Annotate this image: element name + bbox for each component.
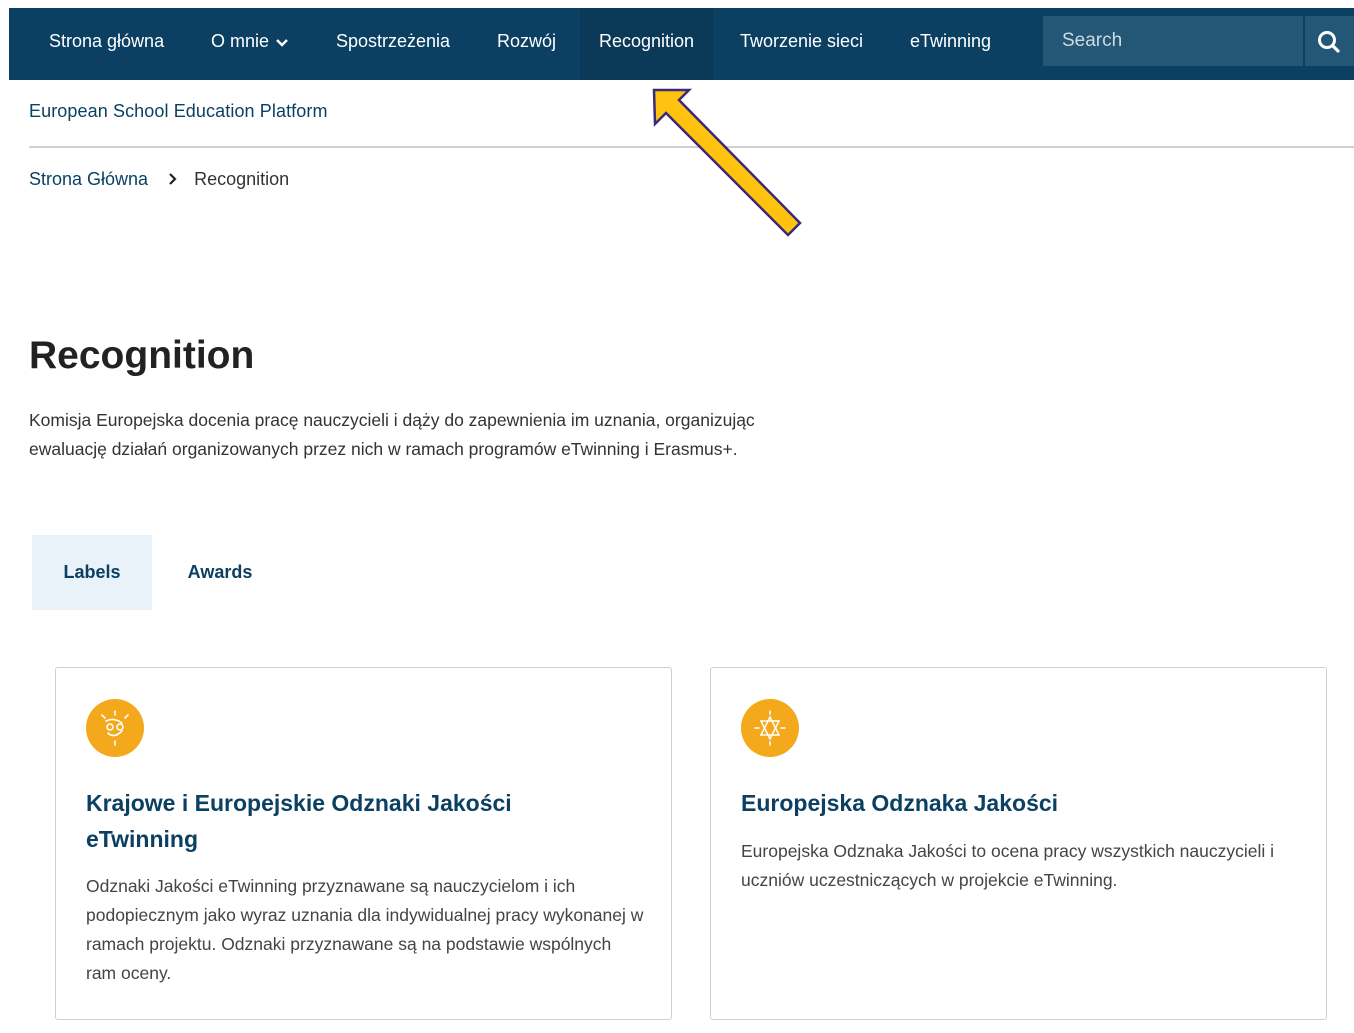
nav-item-about[interactable]: O mnie — [211, 8, 289, 80]
chevron-down-icon — [275, 9, 289, 75]
nav-item-development[interactable]: Rozwój — [497, 8, 556, 80]
card-description: Odznaki Jakości eTwinning przyznawane są… — [86, 876, 644, 983]
card-european-quality-label[interactable]: Europejska Odznaka Jakości Europejska Od… — [710, 667, 1327, 1020]
nav-item-home[interactable]: Strona główna — [49, 8, 164, 80]
card-description: Europejska Odznaka Jakości to ocena prac… — [741, 841, 1275, 890]
nav-item-insights[interactable]: Spostrzeżenia — [336, 8, 450, 80]
breadcrumb-home-link[interactable]: Strona Główna — [29, 169, 148, 189]
annotation-arrow — [652, 88, 802, 237]
breadcrumb-current: Recognition — [194, 169, 290, 189]
breadcrumb: Strona Główna Recognition — [29, 169, 289, 190]
tab-awards[interactable]: Awards — [166, 535, 274, 610]
page-title: Recognition — [29, 334, 255, 377]
quality-label-icon — [741, 699, 799, 757]
card-title-line-1: Krajowe i Europejskie Odznaki Jakości — [86, 790, 512, 816]
nav-item-recognition[interactable]: Recognition — [580, 8, 714, 80]
nav-item-networking[interactable]: Tworzenie sieci — [740, 8, 863, 80]
page-intro-line-1: Komisja Europejska docenia pracę nauczyc… — [29, 410, 755, 430]
search-icon — [1305, 31, 1354, 70]
search-button[interactable] — [1305, 16, 1354, 66]
page-intro: Komisja Europejska docenia pracę nauczyc… — [29, 406, 849, 464]
search-input[interactable]: Search — [1043, 16, 1303, 66]
page-intro-line-2: ewaluację działań organizowanych przez n… — [29, 439, 738, 459]
card-title-line-2: eTwinning — [86, 826, 199, 852]
left-edge — [0, 0, 9, 80]
card-title[interactable]: Europejska Odznaka Jakości — [741, 785, 1261, 821]
nav-item-about-label: O mnie — [211, 31, 270, 51]
platform-brand-link[interactable]: European School Education Platform — [29, 101, 328, 122]
quality-label-icon — [86, 699, 144, 757]
chevron-right-icon — [168, 169, 178, 190]
card-title[interactable]: Krajowe i Europejskie Odznaki Jakości eT… — [86, 785, 606, 857]
top-navbar: Strona główna O mnie Spostrzeżenia Rozwó… — [9, 8, 1354, 80]
tab-labels[interactable]: Labels — [32, 535, 152, 610]
card-national-european-labels[interactable]: Krajowe i Europejskie Odznaki Jakości eT… — [55, 667, 672, 1020]
nav-item-etwinning[interactable]: eTwinning — [910, 8, 991, 80]
